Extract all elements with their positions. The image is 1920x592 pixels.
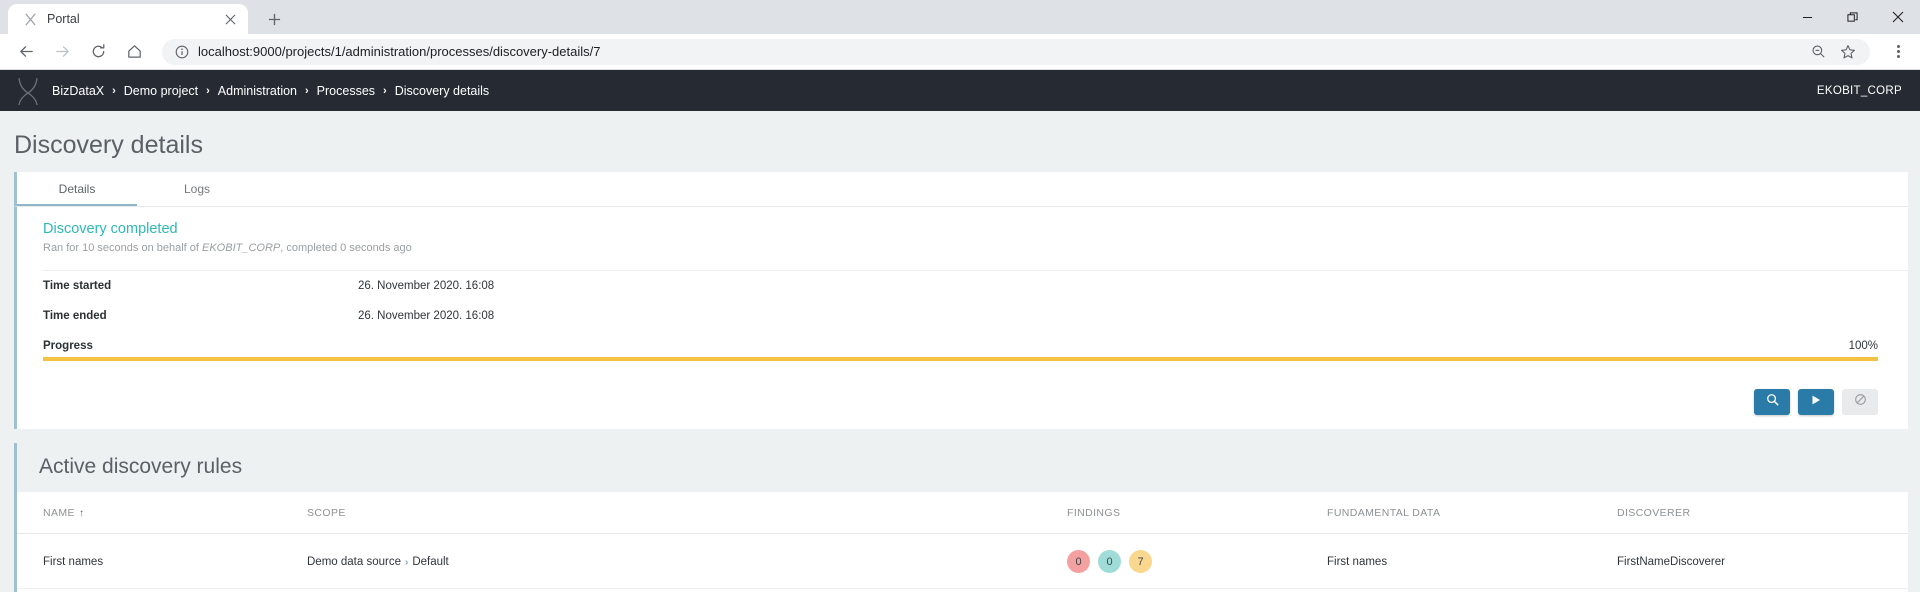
rules-table-head: NAME ↑ SCOPE FINDINGS FUNDAMENTAL DATA DI… xyxy=(17,492,1908,534)
breadcrumb-item-discovery-details: Discovery details xyxy=(394,83,490,98)
tab-details[interactable]: Details xyxy=(17,172,137,206)
status-sub-prefix: Ran for 10 seconds on behalf of xyxy=(43,242,202,254)
field-time-started-label: Time started xyxy=(43,280,112,292)
new-tab-button[interactable] xyxy=(260,5,288,33)
progress-bar-fill xyxy=(43,357,1878,361)
star-icon[interactable] xyxy=(1840,44,1856,60)
cell-fundamental-data: First names xyxy=(1327,533,1617,589)
arrow-left-icon[interactable] xyxy=(11,37,41,67)
breadcrumb: BizDataX › Demo project › Administration… xyxy=(52,84,489,98)
browser-toolbar: localhost:9000/projects/1/administration… xyxy=(0,34,1920,70)
app-header: BizDataX › Demo project › Administration… xyxy=(0,70,1920,111)
reload-icon[interactable] xyxy=(83,37,113,67)
details-card: Details Logs Discovery completed Ran for… xyxy=(14,172,1908,429)
address-bar[interactable]: localhost:9000/projects/1/administration… xyxy=(162,38,1870,65)
field-time-ended: Time ended 26. November 2020. 16:08 xyxy=(17,301,1908,331)
run-button[interactable] xyxy=(1798,389,1834,415)
browser-tabstrip: Portal xyxy=(0,0,1920,34)
rules-table-wrap: NAME ↑ SCOPE FINDINGS FUNDAMENTAL DATA DI… xyxy=(17,492,1908,589)
zoom-out-icon[interactable] xyxy=(1811,44,1826,59)
status-badge-info: 0 xyxy=(1098,550,1121,573)
three-dots-vertical-icon[interactable] xyxy=(1884,38,1912,66)
minimize-icon[interactable] xyxy=(1785,0,1830,34)
cell-findings: 0 0 7 xyxy=(1067,533,1327,589)
chevron-right-icon: › xyxy=(383,84,387,97)
column-header-name[interactable]: NAME ↑ xyxy=(17,492,307,534)
breadcrumb-item-administration[interactable]: Administration xyxy=(218,84,297,98)
field-time-ended-label: Time ended xyxy=(43,310,107,322)
chevron-right-icon: › xyxy=(206,84,210,97)
column-header-findings[interactable]: FINDINGS xyxy=(1067,492,1327,534)
tab-details-label: Details xyxy=(58,182,96,196)
column-header-discoverer[interactable]: DISCOVERER xyxy=(1617,492,1908,534)
arrow-right-icon xyxy=(47,37,77,67)
progress-bar xyxy=(43,357,1878,361)
header-user-label[interactable]: EKOBIT_CORP xyxy=(1817,85,1902,97)
status-sub-actor: EKOBIT_CORP xyxy=(202,242,281,254)
column-header-fundamental-data[interactable]: FUNDAMENTAL DATA xyxy=(1327,492,1617,534)
column-header-scope[interactable]: SCOPE xyxy=(307,492,1067,534)
cell-name: First names xyxy=(17,533,307,589)
page-title: Discovery details xyxy=(14,131,203,159)
browser-tab[interactable]: Portal xyxy=(8,4,248,34)
rules-table-body: First names Demo data source › Default 0 0… xyxy=(17,533,1908,589)
progress-percent: 100% xyxy=(1848,340,1878,352)
chevron-right-icon: › xyxy=(112,84,116,97)
rules-section-title: Active discovery rules xyxy=(39,455,243,478)
tab-bar: Details Logs xyxy=(14,172,1908,206)
findings-badges: 0 0 7 xyxy=(1067,550,1327,573)
details-panel: Discovery completed Ran for 10 seconds o… xyxy=(14,206,1908,379)
tab-logs[interactable]: Logs xyxy=(137,172,257,206)
search-button[interactable] xyxy=(1754,389,1790,415)
maximize-icon[interactable] xyxy=(1830,0,1875,34)
tab-logs-label: Logs xyxy=(183,182,211,196)
field-time-ended-value: 26. November 2020. 16:08 xyxy=(358,310,495,322)
close-icon[interactable] xyxy=(222,11,238,27)
table-row[interactable]: First names Demo data source › Default 0 0… xyxy=(17,533,1908,589)
progress-label: Progress xyxy=(43,340,93,352)
status-badge-warning: 7 xyxy=(1129,550,1152,573)
column-header-name-label: NAME xyxy=(43,507,75,519)
scope-child: Default xyxy=(412,555,449,568)
status-subtitle: Ran for 10 seconds on behalf of EKOBIT_C… xyxy=(43,242,1908,254)
window-controls xyxy=(1785,0,1920,34)
info-circle-icon[interactable] xyxy=(174,44,189,59)
stop-button xyxy=(1842,389,1878,415)
scope-parent: Demo data source xyxy=(307,555,401,568)
play-icon xyxy=(1810,393,1822,411)
rules-table: NAME ↑ SCOPE FINDINGS FUNDAMENTAL DATA DI… xyxy=(17,492,1908,589)
status-badge-critical: 0 xyxy=(1067,550,1090,573)
bizdatax-x-logo-icon xyxy=(12,74,44,108)
bizdatax-logo-icon xyxy=(22,11,38,27)
search-icon xyxy=(1766,393,1779,411)
breadcrumb-item-bizdatax[interactable]: BizDataX xyxy=(52,84,104,98)
status-block: Discovery completed Ran for 10 seconds o… xyxy=(17,207,1908,264)
cell-discoverer: FirstNameDiscoverer xyxy=(1617,533,1908,589)
page-body: Discovery details Details Logs Discovery… xyxy=(0,111,1920,592)
chevron-right-icon: › xyxy=(404,556,409,568)
active-discovery-rules-card: Active discovery rules NAME ↑ SCOPE FINDI… xyxy=(14,443,1908,592)
home-icon[interactable] xyxy=(119,37,149,67)
breadcrumb-item-demo-project[interactable]: Demo project xyxy=(124,84,198,98)
arrow-up-icon: ↑ xyxy=(78,508,85,519)
address-bar-url: localhost:9000/projects/1/administration… xyxy=(198,44,601,59)
block-icon xyxy=(1854,393,1867,411)
chevron-right-icon: › xyxy=(305,84,309,97)
close-icon[interactable] xyxy=(1875,0,1920,34)
field-time-started: Time started 26. November 2020. 16:08 xyxy=(17,271,1908,301)
table-header-row: NAME ↑ SCOPE FINDINGS FUNDAMENTAL DATA DI… xyxy=(17,492,1908,534)
breadcrumb-item-processes[interactable]: Processes xyxy=(317,84,375,98)
field-time-started-value: 26. November 2020. 16:08 xyxy=(358,280,495,292)
action-bar xyxy=(14,379,1908,429)
progress-row: Progress 100% xyxy=(17,331,1908,352)
browser-tab-title: Portal xyxy=(47,12,80,26)
status-title: Discovery completed xyxy=(43,221,178,237)
status-sub-suffix: , completed 0 seconds ago xyxy=(280,242,412,254)
cell-scope: Demo data source › Default xyxy=(307,533,1067,589)
